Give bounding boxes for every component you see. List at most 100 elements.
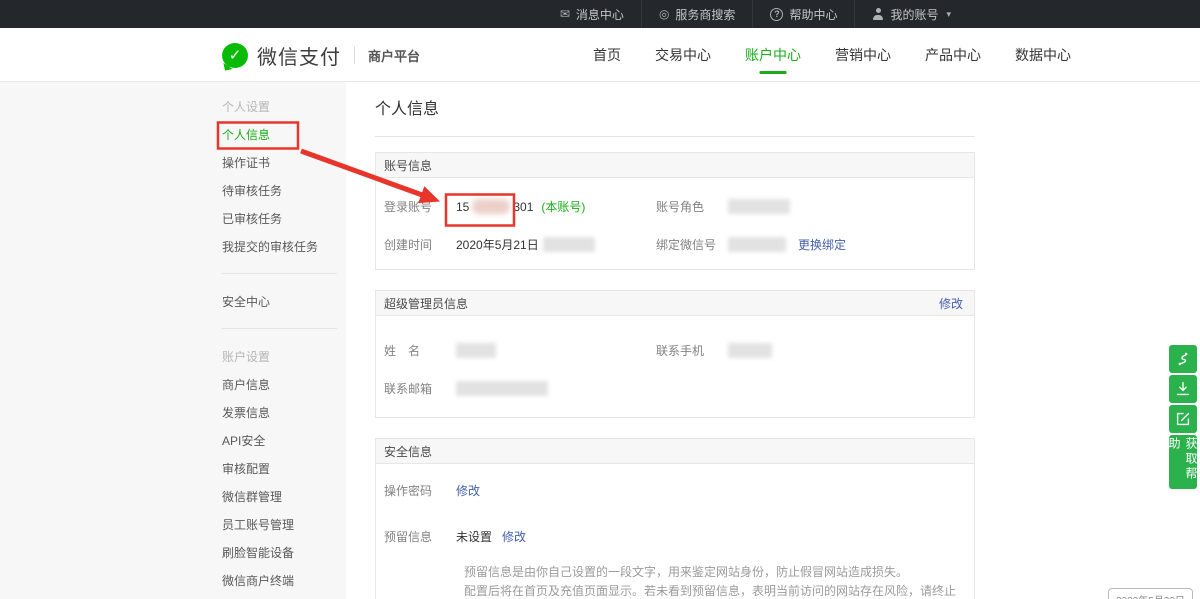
sidebar-item-operation-certificate[interactable]: 操作证书: [222, 148, 346, 176]
message-center-label: 消息中心: [576, 6, 624, 23]
super-admin-panel-title: 超级管理员信息: [384, 295, 468, 312]
created-time-field: 创建时间 2020年5月21日: [384, 236, 656, 253]
chevron-down-icon: ▾: [946, 9, 951, 20]
redacted-login-middle: [472, 199, 510, 214]
brand-divider: [354, 46, 355, 64]
sidebar-divider: [222, 273, 337, 274]
admin-name-field: 姓 名: [384, 342, 656, 359]
redacted-account-role: [728, 199, 790, 214]
main-content: 个人信息 账号信息 登录账号 15301 (本账号) 账号角色: [375, 82, 975, 599]
edit-admin-link[interactable]: 修改: [939, 295, 963, 312]
help-center-label: 帮助中心: [789, 6, 837, 23]
super-admin-panel-body: 姓 名 联系手机 联系邮箱: [376, 316, 974, 417]
wechat-pay-merchant-portal: ✉ 消息中心 ◎ 服务商搜索 ? 帮助中心 我的账号 ▾ ✓ 微信支付: [0, 0, 1200, 599]
reserved-info-label: 预留信息: [384, 528, 456, 545]
login-account-suffix: 301: [513, 200, 533, 214]
account-info-panel: 账号信息 登录账号 15301 (本账号) 账号角色: [375, 152, 975, 270]
change-binding-link[interactable]: 更换绑定: [798, 236, 846, 253]
nav-account-center[interactable]: 账户中心: [745, 28, 801, 82]
login-account-value: 15 301: [456, 199, 533, 214]
account-info-panel-title: 账号信息: [384, 157, 432, 174]
created-time-value: 2020年5月21日: [456, 236, 539, 253]
sidebar-item-api-security[interactable]: API安全: [222, 426, 346, 454]
created-time-label: 创建时间: [384, 236, 456, 253]
brand[interactable]: ✓ 微信支付 商户平台: [222, 28, 420, 82]
user-icon: [872, 8, 884, 20]
page-title: 个人信息: [375, 82, 975, 136]
account-info-panel-header: 账号信息: [376, 153, 974, 178]
change-password-link[interactable]: 修改: [456, 482, 480, 499]
topbar: ✉ 消息中心 ◎ 服务商搜索 ? 帮助中心 我的账号 ▾: [0, 0, 1200, 28]
feedback-button[interactable]: [1169, 405, 1197, 433]
redacted-created-time: [543, 237, 595, 252]
sidebar-item-merchant-info[interactable]: 商户信息: [222, 370, 346, 398]
topbar-menu: ✉ 消息中心 ◎ 服务商搜索 ? 帮助中心 我的账号 ▾: [543, 0, 968, 28]
main-nav: 首页 交易中心 账户中心 营销中心 产品中心 数据中心: [593, 28, 1071, 82]
nav-transaction-center[interactable]: 交易中心: [655, 28, 711, 82]
message-center-menu-item[interactable]: ✉ 消息中心: [543, 0, 641, 28]
sidebar-item-wechat-group-management[interactable]: 微信群管理: [222, 482, 346, 510]
admin-name-label: 姓 名: [384, 342, 456, 359]
reserved-info-desc-line2: 配置后将在首页及充值页面显示。若未看到预留信息，表明当前访问的网站存在风险，请终…: [464, 582, 966, 599]
nav-product-center[interactable]: 产品中心: [925, 28, 981, 82]
security-info-panel-body: 操作密码 修改 预留信息 未设置 修改 预留信息是由你自己设置的一段文字，用来鉴…: [376, 464, 974, 599]
admin-phone-label: 联系手机: [656, 342, 728, 359]
redacted-admin-phone: [728, 343, 772, 358]
download-icon: [1174, 380, 1192, 398]
sidebar: 个人设置 个人信息 操作证书 待审核任务 已审核任务 我提交的审核任务 安全中心…: [0, 82, 346, 599]
sidebar-item-review-config[interactable]: 审核配置: [222, 454, 346, 482]
sidebar-item-security-center[interactable]: 安全中心: [222, 287, 346, 315]
question-icon: ?: [770, 8, 783, 21]
sidebar-item-invoice-info[interactable]: 发票信息: [222, 398, 346, 426]
security-info-panel: 安全信息 操作密码 修改 预留信息 未设置 修改 预留信息是由你自己设置的一段文…: [375, 438, 975, 599]
sidebar-item-wechat-merchant-terminal[interactable]: 微信商户终端: [222, 566, 346, 594]
nav-marketing-center[interactable]: 营销中心: [835, 28, 891, 82]
login-account-prefix: 15: [456, 200, 469, 214]
super-admin-panel-header: 超级管理员信息 修改: [376, 291, 974, 316]
reserved-info-status: 未设置: [456, 528, 492, 545]
sidebar-item-personal-info[interactable]: 个人信息: [222, 120, 346, 148]
feedback-icon: [1174, 410, 1192, 428]
contact-service-button[interactable]: [1169, 345, 1197, 373]
sidebar-item-pending-review-tasks[interactable]: 待审核任务: [222, 176, 346, 204]
security-info-panel-title: 安全信息: [384, 443, 432, 460]
operation-password-label: 操作密码: [384, 482, 456, 499]
get-help-button[interactable]: 获取帮助: [1169, 435, 1197, 489]
help-center-menu-item[interactable]: ? 帮助中心: [752, 0, 854, 28]
sidebar-header-personal-settings: 个人设置: [222, 92, 346, 120]
admin-email-field: 联系邮箱: [384, 380, 656, 397]
sidebar-item-my-submitted-review-tasks[interactable]: 我提交的审核任务: [222, 232, 346, 260]
nav-home[interactable]: 首页: [593, 28, 621, 82]
nav-data-center[interactable]: 数据中心: [1015, 28, 1071, 82]
service-provider-search-menu-item[interactable]: ◎ 服务商搜索: [641, 0, 753, 28]
download-button[interactable]: [1169, 375, 1197, 403]
operation-password-field: 操作密码 修改: [384, 482, 966, 499]
floating-toolbar: 获取帮助: [1169, 345, 1197, 489]
admin-email-label: 联系邮箱: [384, 380, 456, 397]
redacted-admin-email: [456, 381, 548, 396]
brand-name: 微信支付: [257, 41, 341, 70]
sidebar-item-face-recognition-devices[interactable]: 刷脸智能设备: [222, 538, 346, 566]
brand-portal-label: 商户平台: [368, 46, 420, 65]
logo-check-glyph: ✓: [229, 46, 242, 64]
bound-wechat-label: 绑定微信号: [656, 236, 728, 253]
wechat-pay-logo-icon: ✓: [222, 43, 248, 68]
title-divider: [375, 136, 975, 137]
account-info-panel-body: 登录账号 15301 (本账号) 账号角色 创建时间 2020年5月21日: [376, 178, 974, 269]
my-account-label: 我的账号: [890, 6, 938, 23]
admin-phone-field: 联系手机: [656, 342, 966, 359]
current-account-tag: (本账号): [541, 198, 585, 215]
redacted-wechat-id: [728, 237, 786, 252]
login-account-field: 登录账号 15301 (本账号): [384, 198, 656, 215]
account-role-label: 账号角色: [656, 198, 728, 215]
sidebar-item-staff-account-management[interactable]: 员工账号管理: [222, 510, 346, 538]
search-icon: ◎: [659, 8, 669, 20]
reserved-info-field: 预留信息 未设置 修改: [384, 528, 966, 545]
set-reserved-info-link[interactable]: 修改: [502, 528, 526, 545]
sidebar-item-reviewed-tasks[interactable]: 已审核任务: [222, 204, 346, 232]
my-account-menu-item[interactable]: 我的账号 ▾: [854, 0, 968, 28]
sidebar-header-account-settings: 账户设置: [222, 342, 346, 370]
contact-icon: [1174, 350, 1192, 368]
service-provider-search-label: 服务商搜索: [675, 6, 735, 23]
redacted-admin-name: [456, 343, 496, 358]
